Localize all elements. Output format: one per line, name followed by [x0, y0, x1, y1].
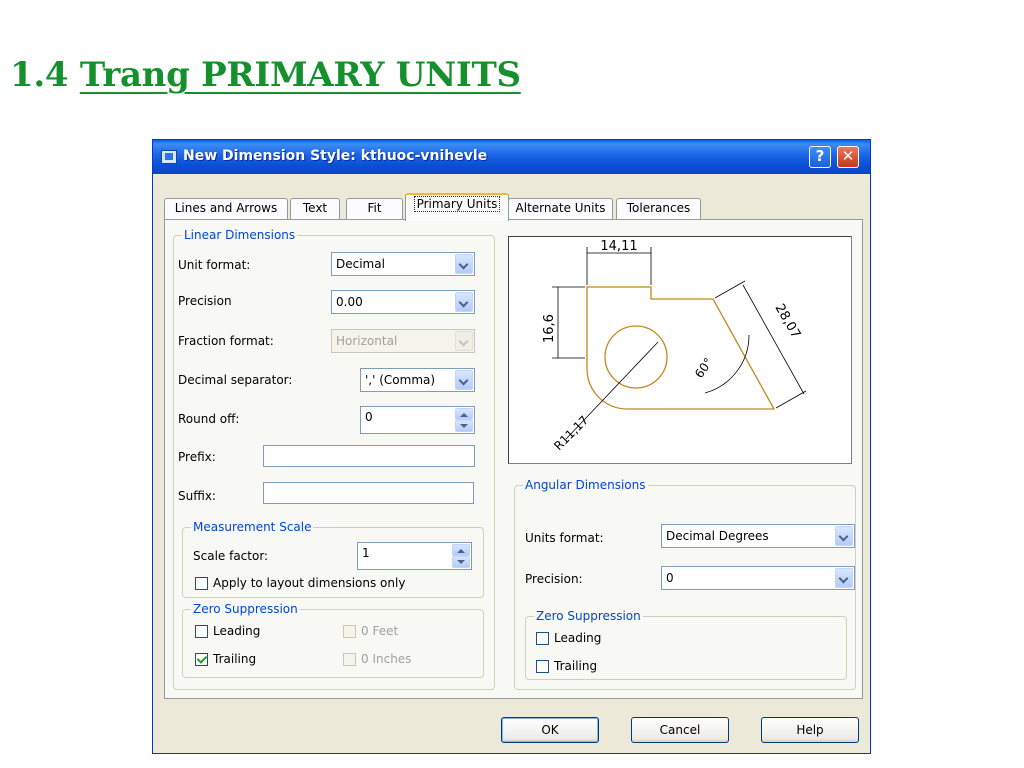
preview-drawing: 14,11 16,6 28,07 60° R11,17 — [542, 239, 807, 453]
dialog-title: New Dimension Style: kthuoc-vnihevle — [183, 148, 488, 164]
spin-down-icon[interactable] — [455, 420, 473, 432]
feet-label: 0 Feet — [361, 624, 399, 638]
tab-text[interactable]: Text — [290, 198, 340, 219]
units-format-select[interactable]: Decimal Degrees — [661, 524, 855, 548]
fraction-format-select: Horizontal — [331, 329, 475, 353]
chevron-down-icon — [455, 370, 473, 390]
decimal-separator-select[interactable]: ',' (Comma) — [360, 368, 475, 392]
round-off-label: Round off: — [178, 412, 240, 426]
linear-zero-suppression-legend: Zero Suppression — [191, 602, 300, 616]
trailing-checkbox[interactable] — [195, 653, 208, 666]
measurement-scale-group: Measurement Scale Scale factor: 1 Apply … — [182, 520, 484, 598]
dim-top-text: 14,11 — [600, 239, 637, 254]
inches-checkbox — [343, 653, 356, 666]
angular-zero-suppression-group: Zero Suppression Leading Trailing — [525, 609, 847, 680]
spin-up-icon[interactable] — [452, 544, 470, 556]
new-dimension-style-dialog: New Dimension Style: kthuoc-vnihevle ? ✕… — [152, 139, 871, 754]
precision-select[interactable]: 0.00 — [331, 290, 475, 314]
dim-left-text: 16,6 — [542, 314, 557, 343]
tab-tolerances[interactable]: Tolerances — [616, 198, 701, 219]
angular-dimensions-legend: Angular Dimensions — [523, 478, 648, 492]
chevron-down-icon — [455, 254, 473, 274]
close-icon[interactable]: ✕ — [837, 146, 859, 168]
slide-title-text: Trang PRIMARY UNITS — [79, 55, 521, 95]
trailing-label: Trailing — [213, 652, 257, 666]
precision-label: Precision — [178, 294, 232, 308]
angular-leading-checkbox[interactable] — [536, 632, 549, 645]
linear-dimensions-legend: Linear Dimensions — [182, 228, 298, 242]
angular-precision-label: Precision: — [525, 572, 583, 586]
spin-down-icon[interactable] — [452, 556, 470, 568]
inches-label: 0 Inches — [361, 652, 412, 666]
tab-lines-and-arrows[interactable]: Lines and Arrows — [164, 198, 288, 219]
linear-dimensions-group: Linear Dimensions Unit format: Decimal P… — [173, 228, 495, 690]
dim-right-text: 28,07 — [772, 302, 804, 342]
check-icon — [196, 653, 208, 664]
chevron-down-icon — [455, 331, 473, 351]
angular-precision-select[interactable]: 0 — [661, 566, 855, 590]
apply-layout-label: Apply to layout dimensions only — [213, 576, 406, 590]
scale-factor-spinner[interactable]: 1 — [357, 542, 472, 570]
scale-factor-label: Scale factor: — [193, 549, 269, 563]
apply-layout-checkbox[interactable] — [195, 577, 208, 590]
feet-checkbox — [343, 625, 356, 638]
tab-alternate-units[interactable]: Alternate Units — [508, 198, 613, 219]
angular-trailing-label: Trailing — [554, 659, 598, 673]
help-icon[interactable]: ? — [809, 146, 831, 168]
help-button[interactable]: Help — [761, 717, 859, 743]
round-off-spinner[interactable]: 0 — [360, 406, 475, 434]
chevron-down-icon — [455, 292, 473, 312]
measurement-scale-legend: Measurement Scale — [191, 520, 314, 534]
decimal-separator-label: Decimal separator: — [178, 373, 293, 387]
dialog-titlebar[interactable]: New Dimension Style: kthuoc-vnihevle ? ✕ — [153, 140, 870, 174]
units-format-label: Units format: — [525, 531, 604, 545]
angular-leading-label: Leading — [554, 631, 602, 645]
slide-title-number: 1.4 — [10, 55, 69, 95]
angular-dimensions-group: Angular Dimensions Units format: Decimal… — [514, 478, 856, 690]
tab-primary-units[interactable]: Primary Units — [405, 193, 509, 221]
suffix-label: Suffix: — [178, 489, 216, 503]
angular-zero-suppression-legend: Zero Suppression — [534, 609, 643, 623]
preview-dimension-lines — [552, 247, 807, 440]
preview-part-outline — [586, 286, 776, 410]
primary-units-panel: Linear Dimensions Unit format: Decimal P… — [164, 219, 863, 699]
prefix-label: Prefix: — [178, 450, 216, 464]
unit-format-select[interactable]: Decimal — [331, 252, 475, 276]
cancel-button[interactable]: Cancel — [631, 717, 729, 743]
leading-label: Leading — [213, 624, 261, 638]
suffix-input[interactable] — [263, 482, 474, 504]
dimension-preview: 14,11 16,6 28,07 60° R11,17 — [508, 236, 852, 464]
chevron-down-icon — [835, 526, 853, 546]
slide-title: 1.4 Trang PRIMARY UNITS — [10, 58, 521, 92]
dim-angle-text: 60° — [692, 355, 716, 380]
unit-format-label: Unit format: — [178, 258, 251, 272]
app-icon — [161, 150, 177, 164]
dim-radius-text: R11,17 — [551, 413, 591, 453]
leading-checkbox[interactable] — [195, 625, 208, 638]
angular-trailing-checkbox[interactable] — [536, 660, 549, 673]
chevron-down-icon — [835, 568, 853, 588]
spin-up-icon[interactable] — [455, 408, 473, 420]
linear-zero-suppression-group: Zero Suppression Leading 0 Feet Trailing… — [182, 602, 484, 678]
fraction-format-label: Fraction format: — [178, 334, 274, 348]
prefix-input[interactable] — [263, 445, 475, 467]
ok-button[interactable]: OK — [501, 717, 599, 743]
tab-fit[interactable]: Fit — [346, 198, 403, 219]
